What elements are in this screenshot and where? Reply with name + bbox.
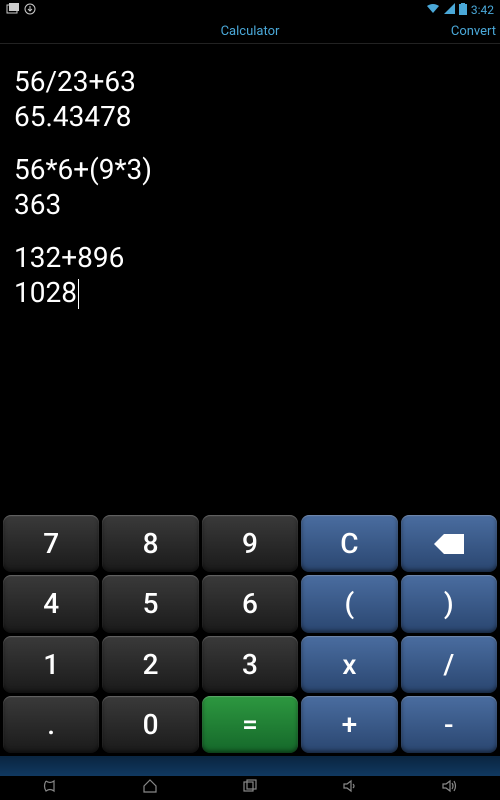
key-9[interactable]: 9 [202, 515, 298, 572]
key-4[interactable]: 4 [3, 575, 99, 632]
key-5[interactable]: 5 [102, 575, 198, 632]
key-multiply[interactable]: x [301, 636, 397, 693]
wifi-icon [426, 3, 440, 17]
key-backspace[interactable] [401, 515, 497, 572]
backspace-icon [432, 532, 466, 556]
key-0[interactable]: 0 [102, 696, 198, 753]
expression-line: 56*6+(9*3) [14, 152, 486, 187]
cursor [78, 279, 79, 309]
signal-icon [444, 3, 455, 17]
result-line: 363 [14, 187, 486, 222]
battery-icon [459, 3, 467, 18]
result-line: 65.43478 [14, 99, 486, 134]
result-text: 1028 [14, 276, 77, 309]
back-button[interactable] [41, 777, 59, 799]
result-line: 1028 [14, 275, 486, 310]
key-clear[interactable]: C [301, 515, 397, 572]
key-1[interactable]: 1 [3, 636, 99, 693]
navigation-bar [0, 776, 500, 800]
key-equals[interactable]: = [202, 696, 298, 753]
key-paren-open[interactable]: ( [301, 575, 397, 632]
key-minus[interactable]: - [401, 696, 497, 753]
expression-line: 132+896 [14, 240, 486, 275]
key-6[interactable]: 6 [202, 575, 298, 632]
key-3[interactable]: 3 [202, 636, 298, 693]
keypad: 789C 456() 123x/.0=+- [0, 512, 500, 756]
key-8[interactable]: 8 [102, 515, 198, 572]
key-2[interactable]: 2 [102, 636, 198, 693]
notification-icon [6, 3, 20, 18]
status-bar: 3:42 [0, 0, 500, 20]
status-time: 3:42 [471, 3, 494, 17]
status-left [6, 3, 36, 18]
display-area[interactable]: 56/23+63 65.43478 56*6+(9*3) 363 132+896… [0, 44, 500, 512]
key-7[interactable]: 7 [3, 515, 99, 572]
app-title: Calculator [221, 24, 280, 39]
app-header: Calculator Convert [0, 20, 500, 44]
key-divide[interactable]: / [401, 636, 497, 693]
volume-up-icon[interactable] [441, 777, 459, 799]
history-entry: 56*6+(9*3) 363 [14, 152, 486, 222]
home-button[interactable] [141, 777, 159, 799]
key-paren-close[interactable]: ) [401, 575, 497, 632]
key-plus[interactable]: + [301, 696, 397, 753]
history-entry: 132+896 1028 [14, 240, 486, 310]
footer-gradient [0, 756, 500, 776]
recent-apps-button[interactable] [241, 777, 259, 799]
volume-down-icon[interactable] [341, 777, 359, 799]
expression-line: 56/23+63 [14, 64, 486, 99]
convert-tab[interactable]: Convert [451, 24, 496, 39]
status-right: 3:42 [426, 3, 494, 18]
download-icon [24, 3, 36, 18]
history-entry: 56/23+63 65.43478 [14, 64, 486, 134]
key-decimal[interactable]: . [3, 696, 99, 753]
